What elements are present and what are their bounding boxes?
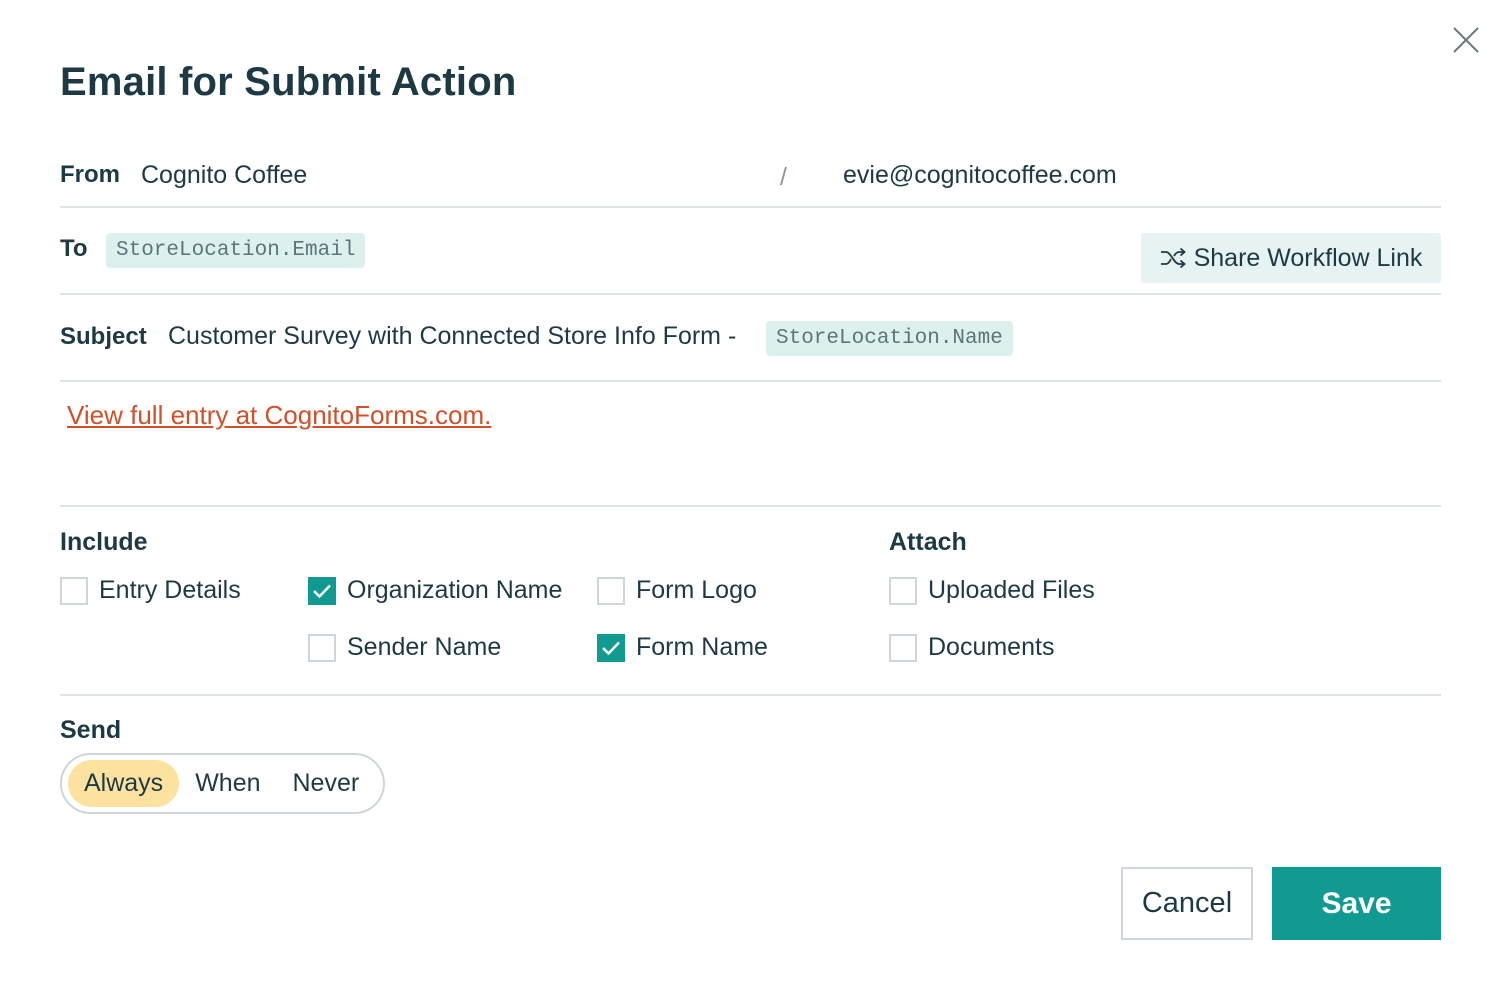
subject-text-field[interactable]: Customer Survey with Connected Store Inf… bbox=[168, 322, 736, 351]
attach-label: Attach bbox=[889, 528, 967, 556]
checkbox-box[interactable] bbox=[889, 576, 917, 605]
send-always-option[interactable]: Always bbox=[68, 760, 180, 807]
from-name-field[interactable]: Cognito Coffee bbox=[141, 161, 307, 190]
from-row: From Cognito Coffee / evie@cognitocoffee… bbox=[60, 150, 1441, 208]
checkbox-label: Documents bbox=[928, 633, 1055, 661]
checkbox-label: Uploaded Files bbox=[928, 576, 1095, 604]
check-icon bbox=[313, 584, 331, 598]
checkbox-label: Form Name bbox=[636, 633, 768, 661]
include-form-name-checkbox[interactable]: Form Name bbox=[597, 633, 768, 662]
to-email-token[interactable]: StoreLocation.Email bbox=[106, 233, 366, 268]
checkbox-label: Form Logo bbox=[636, 576, 757, 604]
email-dialog: Email for Submit Action From Cognito Cof… bbox=[0, 0, 1500, 998]
checkbox-box[interactable] bbox=[597, 576, 625, 605]
send-when-option[interactable]: When bbox=[179, 760, 276, 807]
send-never-option[interactable]: Never bbox=[277, 760, 376, 807]
cancel-button[interactable]: Cancel bbox=[1121, 867, 1253, 940]
checkbox-box[interactable] bbox=[308, 576, 336, 605]
checkbox-label: Entry Details bbox=[99, 576, 241, 604]
send-label: Send bbox=[60, 716, 122, 744]
to-label: To bbox=[60, 235, 88, 262]
include-organization-name-checkbox[interactable]: Organization Name bbox=[308, 576, 562, 605]
checkbox-box[interactable] bbox=[597, 633, 625, 662]
dialog-title: Email for Submit Action bbox=[60, 60, 517, 104]
shuffle-icon bbox=[1160, 247, 1186, 269]
include-label: Include bbox=[60, 528, 148, 556]
check-icon bbox=[602, 641, 620, 655]
from-email-field[interactable]: evie@cognitocoffee.com bbox=[843, 161, 1117, 190]
checkbox-label: Sender Name bbox=[347, 633, 502, 661]
checkbox-box[interactable] bbox=[60, 576, 88, 605]
checkbox-label: Organization Name bbox=[347, 576, 563, 604]
close-icon[interactable] bbox=[1450, 24, 1482, 56]
save-button[interactable]: Save bbox=[1272, 867, 1441, 940]
subject-row: Subject Customer Survey with Connected S… bbox=[60, 294, 1441, 382]
to-row: To StoreLocation.Email Share Workflow Li… bbox=[60, 207, 1441, 295]
view-entry-link[interactable]: View full entry at CognitoForms.com. bbox=[67, 400, 491, 431]
subject-store-name-token[interactable]: StoreLocation.Name bbox=[766, 321, 1013, 356]
checkbox-box[interactable] bbox=[308, 633, 336, 662]
include-entry-details-checkbox[interactable]: Entry Details bbox=[60, 576, 241, 605]
from-label: From bbox=[60, 161, 120, 188]
attach-uploaded-files-checkbox[interactable]: Uploaded Files bbox=[889, 576, 1095, 605]
checkbox-box[interactable] bbox=[889, 633, 917, 662]
send-toggle-group: Always When Never bbox=[60, 753, 385, 814]
from-separator: / bbox=[780, 163, 787, 191]
share-workflow-link-label: Share Workflow Link bbox=[1193, 243, 1423, 272]
include-form-logo-checkbox[interactable]: Form Logo bbox=[597, 576, 757, 605]
include-sender-name-checkbox[interactable]: Sender Name bbox=[308, 633, 501, 662]
attach-documents-checkbox[interactable]: Documents bbox=[889, 633, 1054, 662]
share-workflow-link-button[interactable]: Share Workflow Link bbox=[1141, 233, 1441, 283]
subject-label: Subject bbox=[60, 323, 147, 350]
